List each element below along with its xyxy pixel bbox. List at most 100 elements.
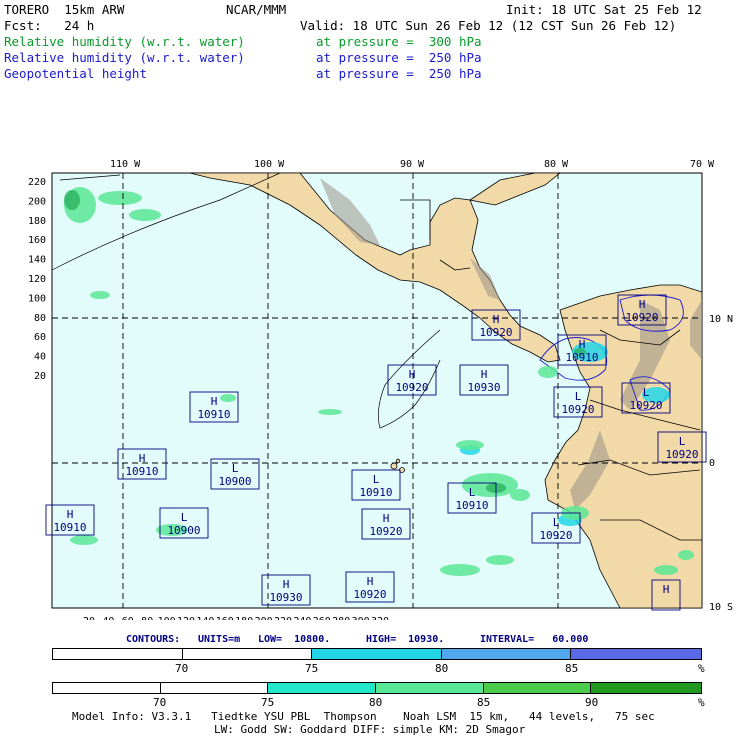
center-type-label: H xyxy=(383,512,390,525)
colorbar-rh-250 xyxy=(52,648,702,660)
y-tick-label: 180 xyxy=(28,216,46,227)
center-type-label: L xyxy=(181,511,188,524)
colorbar2-cell-6 xyxy=(591,683,702,693)
center-type-label: L xyxy=(469,486,476,499)
colorbar1-label-85: 85 xyxy=(565,662,579,675)
y-tick-label: 80 xyxy=(34,313,46,324)
center-value-label: 10920 xyxy=(629,399,662,412)
weather-map: 110 W 100 W 90 W 80 W 70 W 10 N 0 10 S 2… xyxy=(28,159,733,620)
center-type-label: H xyxy=(139,452,146,465)
center-value-label: 10920 xyxy=(561,403,594,416)
center-value-label: 10930 xyxy=(467,381,500,394)
colorbar1-label-70: 70 xyxy=(175,662,189,675)
x-tick-label: 320 xyxy=(371,616,389,620)
center-type-label: H xyxy=(67,508,74,521)
center-value-label: 10920 xyxy=(539,529,572,542)
field-1-name: Relative humidity (w.r.t. water) xyxy=(4,34,245,49)
x-tick-label: 60 xyxy=(122,616,134,620)
y-tick-label: 120 xyxy=(28,274,46,285)
center-type-label: H xyxy=(579,338,586,351)
x-tick-label: 140 xyxy=(196,616,214,620)
colorbar2-label-80: 80 xyxy=(369,696,383,709)
x-tick-label: 100 xyxy=(158,616,176,620)
x-tick-label: 80 xyxy=(141,616,153,620)
center-type-label: H xyxy=(663,583,670,596)
center-type-label: H xyxy=(211,395,218,408)
center-type-label: H xyxy=(283,578,290,591)
colorbar2-label-85: 85 xyxy=(477,696,491,709)
center-value-label: 10910 xyxy=(359,486,392,499)
field-2-level: at pressure = 250 hPa xyxy=(316,50,482,65)
lat-label-10n: 10 N xyxy=(709,314,733,325)
model-info-line1: Model Info: V3.3.1 Tiedtke YSU PBL Thomp… xyxy=(72,710,655,723)
x-tick-label: 20 xyxy=(83,616,95,620)
colorbar2-label-70: 70 xyxy=(153,696,167,709)
center-type-label: H xyxy=(639,298,646,311)
y-tick-label: 200 xyxy=(28,196,46,207)
center-value-label: 10920 xyxy=(665,448,698,461)
colorbar1-cell-3 xyxy=(312,649,442,659)
x-tick-label: 260 xyxy=(313,616,331,620)
colorbar1-label-80: 80 xyxy=(435,662,449,675)
contours-interval: INTERVAL= 60.000 xyxy=(480,634,589,645)
forecast-hour: Fcst: 24 h xyxy=(4,18,95,33)
colorbar2-label-75: 75 xyxy=(261,696,275,709)
x-tick-label: 240 xyxy=(293,616,311,620)
colorbar2-cell-5 xyxy=(483,683,592,693)
x-tick-label: 200 xyxy=(255,616,273,620)
center-type-label: L xyxy=(232,462,239,475)
lon-label-80w: 80 W xyxy=(544,159,569,170)
center-type-label: H xyxy=(481,368,488,381)
y-tick-label: 140 xyxy=(28,255,46,266)
center-type-label: H xyxy=(409,368,416,381)
center-type-label: L xyxy=(575,390,582,403)
center-value-label: 10920 xyxy=(353,588,386,601)
center-value-label: 10920 xyxy=(395,381,428,394)
center-type-label: L xyxy=(373,473,380,486)
field-3-name: Geopotential height xyxy=(4,66,147,81)
lon-label-90w: 90 W xyxy=(400,159,425,170)
lat-label-10s: 10 S xyxy=(709,602,733,613)
init-time: Init: 18 UTC Sat 25 Feb 12 xyxy=(506,2,702,17)
x-tick-label: 300 xyxy=(352,616,370,620)
colorbar2-cell-4 xyxy=(376,683,484,693)
x-tick-label: 160 xyxy=(216,616,234,620)
contours-high: HIGH= 10930. xyxy=(366,634,445,645)
y-tick-label: 20 xyxy=(34,371,46,382)
lon-label-100w: 100 W xyxy=(254,159,285,170)
colorbar1-label-pct: % xyxy=(698,662,705,675)
x-tick-label: 280 xyxy=(332,616,350,620)
lat-label-0: 0 xyxy=(709,458,715,469)
field-3-level: at pressure = 250 hPa xyxy=(316,66,482,81)
colorbar2-label-pct: % xyxy=(698,696,705,709)
x-tick-label: 220 xyxy=(274,616,292,620)
y-tick-label: 40 xyxy=(34,352,46,363)
center-type-label: H xyxy=(367,575,374,588)
colorbar2-label-90: 90 xyxy=(585,696,599,709)
center-value-label: 10920 xyxy=(369,525,402,538)
colorbar2-cell-3 xyxy=(268,683,377,693)
center-value-label: 10900 xyxy=(218,475,251,488)
colorbar2-cell-1 xyxy=(53,683,161,693)
center-value-label: 10910 xyxy=(53,521,86,534)
center-type-label: L xyxy=(553,516,560,529)
center-value-label: 10900 xyxy=(167,524,200,537)
center-type-label: H xyxy=(493,313,500,326)
center-type-label: L xyxy=(679,435,686,448)
center-value-label: 10920 xyxy=(479,326,512,339)
colorbar1-cell-4 xyxy=(441,649,572,659)
field-1-level: at pressure = 300 hPa xyxy=(316,34,482,49)
center-value-label: 10930 xyxy=(269,591,302,604)
valid-time: Valid: 18 UTC Sun 26 Feb 12 (12 CST Sun … xyxy=(300,18,677,33)
colorbar1-cell-1 xyxy=(53,649,183,659)
center-type-label: L xyxy=(643,386,650,399)
contours-low: LOW= 10800. xyxy=(258,634,331,645)
colorbar-rh-300 xyxy=(52,682,702,694)
model-name: TORERO 15km ARW xyxy=(4,2,125,17)
center-value-label: 10910 xyxy=(455,499,488,512)
colorbar1-cell-2 xyxy=(182,649,313,659)
x-tick-label: 40 xyxy=(102,616,114,620)
colorbar1-label-75: 75 xyxy=(305,662,319,675)
model-info-line2: LW: Godd SW: Goddard DIFF: simple KM: 2D… xyxy=(214,723,526,736)
y-tick-label: 160 xyxy=(28,235,46,246)
